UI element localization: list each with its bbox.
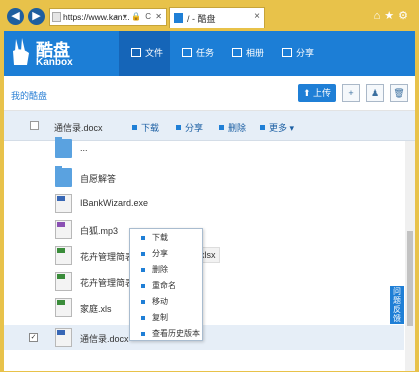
share-icon: [282, 48, 292, 57]
menu-item-history[interactable]: 查看历史版本: [130, 326, 202, 342]
list-item[interactable]: 白狐.mp3: [4, 217, 404, 242]
context-menu: 下载 分享 删除 重命名 移动 复制 查看历史版本: [129, 228, 203, 341]
mp3-file-icon: [55, 220, 72, 239]
new-folder-icon: +: [348, 88, 354, 98]
xls-file-icon: [55, 272, 72, 291]
browser-tab[interactable]: / - 酷盘 ×: [169, 7, 265, 28]
breadcrumb[interactable]: 我的酷盘: [11, 89, 47, 102]
history-icon: [141, 332, 145, 336]
rabbit-logo-icon: [13, 38, 29, 65]
browser-icons: ⌂★⚙: [374, 9, 412, 22]
docx-file-icon: [55, 328, 72, 347]
kanbox-page: 酷盘 Kanbox 文件 任务 相册 分享 我的酷盘 ⬆ 上传 + ♟ 🗑 通信…: [4, 31, 415, 371]
list-item[interactable]: 自愿解答: [4, 165, 404, 190]
menu-item-delete[interactable]: 删除: [130, 262, 202, 278]
tab-title: / - 酷盘: [187, 14, 216, 24]
nav-tab-files[interactable]: 文件: [119, 31, 170, 76]
file-name[interactable]: IBankWizard.exe: [80, 198, 148, 208]
folder-icon: [55, 166, 72, 187]
photo-icon: [232, 48, 242, 57]
file-name[interactable]: 花卉管理简表: [80, 276, 134, 289]
folder-icon: [55, 137, 72, 158]
list-item-selected[interactable]: ✓ 通信录.docx: [4, 325, 404, 350]
home-icon[interactable]: ⌂: [374, 10, 385, 22]
star-icon[interactable]: ★: [384, 10, 398, 22]
file-name[interactable]: 通信录.docx: [80, 332, 129, 345]
list-item[interactable]: 家庭.xls: [4, 295, 404, 320]
kanbox-favicon-icon: [174, 13, 183, 23]
more-action[interactable]: 更多 ▾: [260, 121, 294, 134]
logo-text-en: Kanbox: [36, 57, 73, 68]
feedback-button[interactable]: 问题反馈: [390, 286, 404, 324]
select-all-checkbox[interactable]: [30, 121, 39, 130]
folder-icon: [131, 48, 141, 57]
file-list: ... 自愿解答 IBankWizard.exe 白狐.mp3 花卉管理简表 .…: [4, 137, 404, 371]
delete-action[interactable]: 删除: [219, 121, 246, 134]
forward-button[interactable]: ▶: [28, 8, 45, 25]
upload-button[interactable]: ⬆ 上传: [298, 84, 336, 102]
xls-file-icon: [55, 298, 72, 317]
delete-icon: [141, 268, 145, 272]
share-icon: [141, 252, 145, 256]
trash-icon: 🗑: [393, 88, 405, 98]
move-icon: [141, 300, 145, 304]
list-item[interactable]: IBankWizard.exe: [4, 191, 404, 216]
menu-item-copy[interactable]: 复制: [130, 310, 202, 326]
address-bar[interactable]: https://www.kan... ⌕ ▾ 🔒 C ✕: [49, 8, 167, 26]
list-item[interactable]: ...: [4, 136, 404, 161]
share-folder-button[interactable]: ♟: [366, 84, 384, 102]
exe-file-icon: [55, 194, 72, 213]
nav-tab-share[interactable]: 分享: [270, 31, 320, 76]
site-header: 酷盘 Kanbox 文件 任务 相册 分享: [4, 31, 415, 76]
browser-toolbar: ◀ ▶ https://www.kan... ⌕ ▾ 🔒 C ✕ / - 酷盘 …: [3, 3, 416, 29]
more-icon: [260, 125, 265, 130]
file-name[interactable]: ...: [80, 143, 88, 153]
menu-item-download[interactable]: 下载: [130, 230, 202, 246]
browser-window: ◀ ▶ https://www.kan... ⌕ ▾ 🔒 C ✕ / - 酷盘 …: [0, 0, 419, 372]
user-folder-icon: ♟: [370, 88, 380, 98]
selected-filename: 通信录.docx: [54, 123, 103, 133]
menu-item-move[interactable]: 移动: [130, 294, 202, 310]
download-icon: [132, 125, 137, 130]
address-tools[interactable]: ⌕ ▾ 🔒 C ✕: [114, 12, 163, 22]
copy-icon: [141, 316, 145, 320]
page-favicon-icon: [52, 12, 61, 22]
file-name[interactable]: 白狐.mp3: [80, 224, 118, 237]
menu-item-rename[interactable]: 重命名: [130, 278, 202, 294]
scrollbar-thumb[interactable]: [407, 231, 413, 326]
gear-icon[interactable]: ⚙: [398, 10, 412, 22]
file-name[interactable]: 家庭.xls: [80, 302, 112, 315]
download-icon: [141, 236, 145, 240]
download-action[interactable]: 下载: [132, 121, 159, 134]
kanbox-logo[interactable]: 酷盘 Kanbox: [10, 35, 100, 73]
breadcrumb-bar: 我的酷盘 ⬆ 上传 + ♟ 🗑: [4, 76, 415, 111]
share-action[interactable]: 分享: [176, 121, 203, 134]
delete-icon: [219, 125, 224, 130]
row-checkbox-checked[interactable]: ✓: [29, 333, 38, 342]
close-tab-icon[interactable]: ×: [254, 11, 260, 22]
xls-file-icon: [55, 246, 72, 265]
vertical-scrollbar[interactable]: [405, 141, 415, 371]
share-action-icon: [176, 125, 181, 130]
back-button[interactable]: ◀: [7, 8, 24, 25]
list-item[interactable]: 花卉管理简表: [4, 269, 404, 294]
file-name[interactable]: 花卉管理简表: [80, 250, 134, 263]
list-item[interactable]: 花卉管理简表 ...).xlsx: [4, 243, 404, 268]
file-name[interactable]: 自愿解答: [80, 172, 116, 185]
trash-button[interactable]: 🗑: [390, 84, 408, 102]
new-folder-button[interactable]: +: [342, 84, 360, 102]
rename-icon: [141, 284, 145, 288]
menu-item-share[interactable]: 分享: [130, 246, 202, 262]
nav-tab-photos[interactable]: 相册: [220, 31, 270, 76]
task-icon: [182, 48, 192, 57]
nav-tab-tasks[interactable]: 任务: [170, 31, 220, 76]
